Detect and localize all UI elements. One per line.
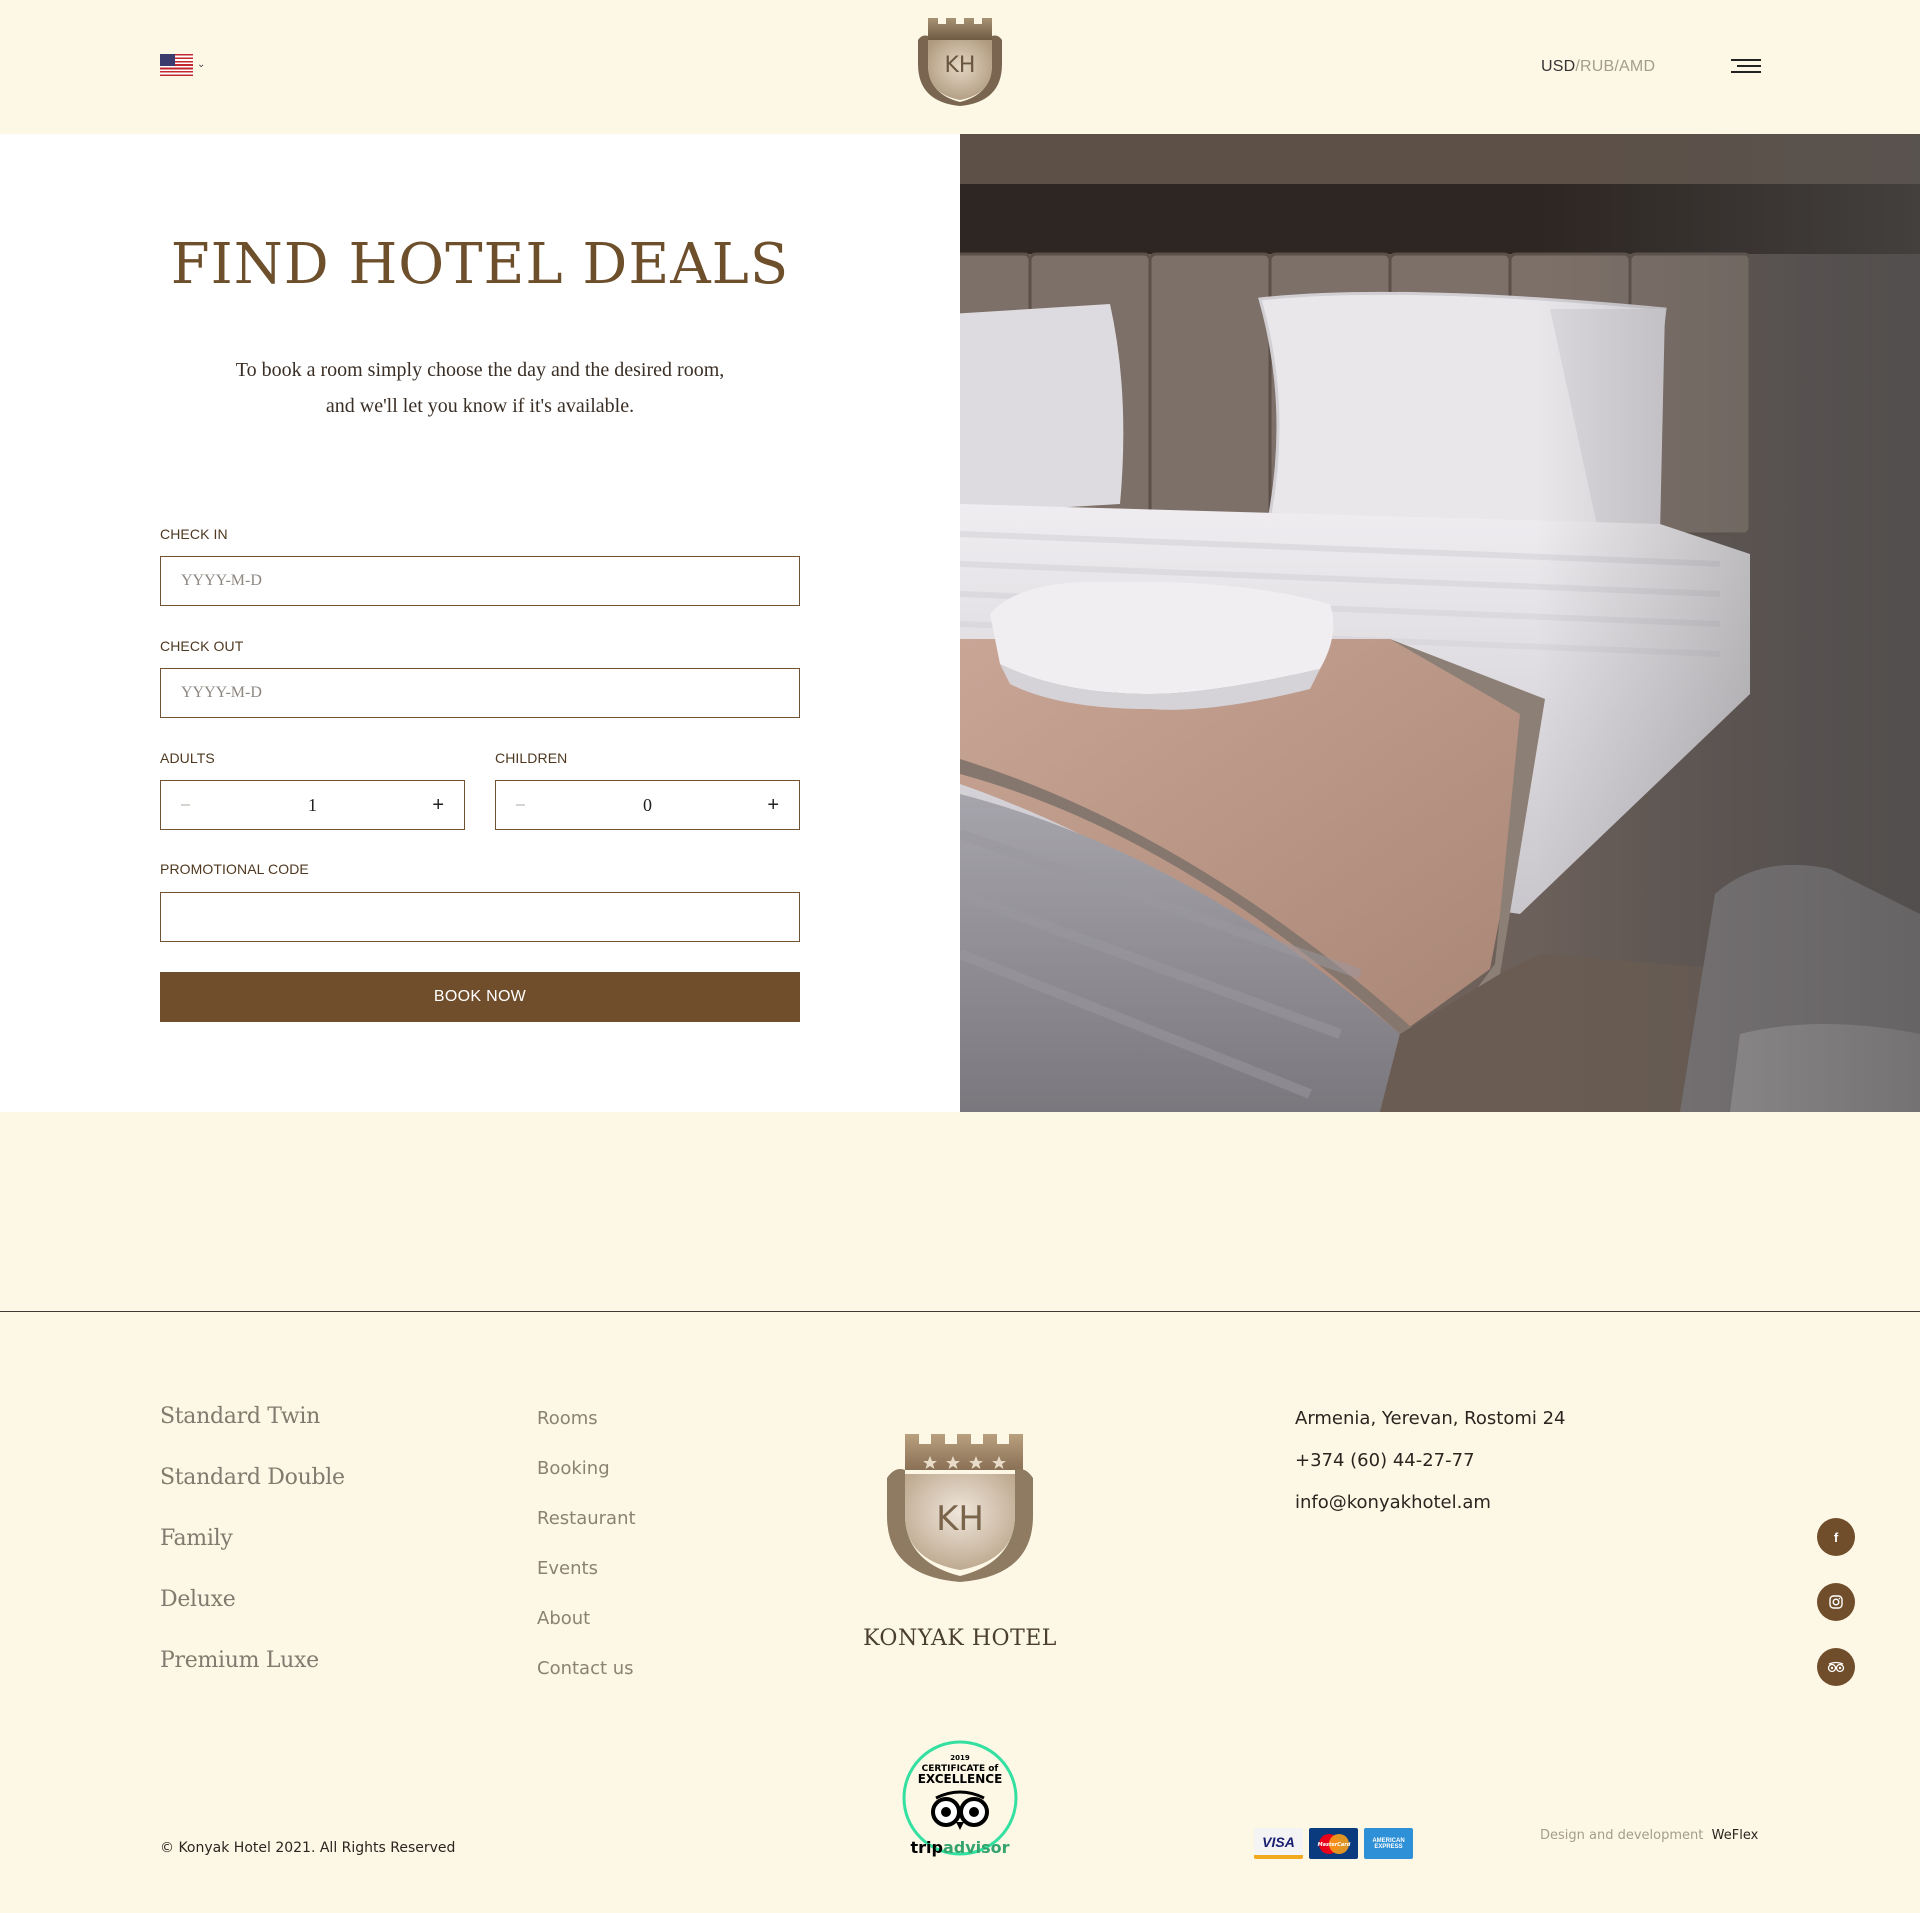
room-link-standard-twin[interactable]: Standard Twin xyxy=(160,1404,345,1465)
svg-text:KH: KH xyxy=(936,1499,984,1539)
adults-decrement-button[interactable]: – xyxy=(181,796,201,814)
payment-cards: VISA MasterCard AMERICAN EXPRESS xyxy=(1254,1828,1413,1859)
hotel-logo[interactable]: KH xyxy=(914,14,1006,108)
chevron-down-icon: ⌄ xyxy=(197,59,206,70)
adults-increment-button[interactable]: + xyxy=(424,794,444,817)
children-increment-button[interactable]: + xyxy=(759,794,779,817)
footer-nav-events[interactable]: Events xyxy=(537,1558,636,1608)
children-count: 0 xyxy=(643,794,652,815)
mastercard-icon: MasterCard xyxy=(1309,1828,1358,1859)
promo-code-label: PROMOTIONAL CODE xyxy=(160,861,309,877)
footer-nav-restaurant[interactable]: Restaurant xyxy=(537,1508,636,1558)
check-out-input[interactable] xyxy=(161,669,799,717)
footer-nav-rooms[interactable]: Rooms xyxy=(537,1408,636,1458)
currency-switcher[interactable]: USD/RUB/AMD xyxy=(1541,58,1655,76)
brand-name: KONYAK HOTEL xyxy=(863,1626,1057,1651)
room-link-premium-luxe[interactable]: Premium Luxe xyxy=(160,1648,345,1709)
us-flag-icon xyxy=(160,54,193,76)
adults-label: ADULTS xyxy=(160,750,215,766)
svg-text:2019: 2019 xyxy=(950,1754,970,1762)
svg-text:KH: KH xyxy=(945,53,976,78)
promo-code-input[interactable] xyxy=(161,893,799,941)
page-title: FIND HOTEL DEALS xyxy=(170,232,790,297)
copyright-text: © Konyak Hotel 2021. All Rights Reserved xyxy=(160,1840,456,1856)
contact-email[interactable]: info@konyakhotel.am xyxy=(1295,1492,1566,1534)
footer-nav-booking[interactable]: Booking xyxy=(537,1458,636,1508)
svg-text:EXCELLENCE: EXCELLENCE xyxy=(918,1772,1003,1786)
check-in-label: CHECK IN xyxy=(160,526,228,542)
adults-count: 1 xyxy=(308,794,317,815)
site-header: ⌄ KH USD/RUB/AMD xyxy=(0,0,1920,134)
check-out-label: CHECK OUT xyxy=(160,638,244,654)
promo-code-field[interactable] xyxy=(160,892,800,942)
check-out-field[interactable] xyxy=(160,668,800,718)
footer-rooms-list: Standard Twin Standard Double Family Del… xyxy=(160,1404,345,1709)
instagram-icon[interactable] xyxy=(1817,1583,1855,1621)
footer-hotel-logo: KH xyxy=(887,1434,1033,1582)
adults-stepper[interactable]: – 1 + xyxy=(160,780,465,830)
footer-nav: Rooms Booking Restaurant Events About Co… xyxy=(537,1408,636,1708)
room-link-standard-double[interactable]: Standard Double xyxy=(160,1465,345,1526)
credit-link-weflex[interactable]: WeFlex xyxy=(1712,1828,1759,1843)
facebook-icon[interactable]: f xyxy=(1817,1518,1855,1556)
amex-card-icon: AMERICAN EXPRESS xyxy=(1364,1828,1413,1859)
hamburger-menu-icon[interactable] xyxy=(1731,59,1761,73)
contact-phone[interactable]: +374 (60) 44-27-77 xyxy=(1295,1450,1566,1492)
tripadvisor-certificate-badge: 2019 CERTIFICATE of EXCELLENCE tripadvis… xyxy=(902,1740,1018,1857)
currency-usd[interactable]: USD xyxy=(1541,58,1575,75)
children-decrement-button[interactable]: – xyxy=(516,796,536,814)
booking-section: FIND HOTEL DEALS To book a room simply c… xyxy=(0,134,960,1112)
children-label: CHILDREN xyxy=(495,750,568,766)
contact-info: Armenia, Yerevan, Rostomi 24 +374 (60) 4… xyxy=(1295,1408,1566,1534)
svg-text:tripadvisor: tripadvisor xyxy=(910,1838,1009,1857)
svg-text:MasterCard: MasterCard xyxy=(1317,1842,1350,1848)
check-in-input[interactable] xyxy=(161,557,799,605)
room-link-family[interactable]: Family xyxy=(160,1526,345,1587)
booking-subtitle: To book a room simply choose the day and… xyxy=(235,359,725,417)
developer-credit: Design and development WeFlex xyxy=(1540,1828,1758,1843)
check-in-field[interactable] xyxy=(160,556,800,606)
currency-others[interactable]: /RUB/AMD xyxy=(1575,58,1655,75)
children-stepper[interactable]: – 0 + xyxy=(495,780,800,830)
room-link-deluxe[interactable]: Deluxe xyxy=(160,1587,345,1648)
hotel-room-photo xyxy=(960,134,1920,1112)
language-selector[interactable]: ⌄ xyxy=(160,54,205,76)
credit-prefix: Design and development xyxy=(1540,1828,1704,1843)
footer-nav-contact[interactable]: Contact us xyxy=(537,1658,636,1708)
book-now-button[interactable]: BOOK NOW xyxy=(160,972,800,1022)
contact-address: Armenia, Yerevan, Rostomi 24 xyxy=(1295,1408,1566,1429)
footer-divider xyxy=(0,1311,1920,1312)
footer-nav-about[interactable]: About xyxy=(537,1608,636,1658)
visa-card-icon: VISA xyxy=(1254,1828,1303,1859)
tripadvisor-icon[interactable] xyxy=(1817,1648,1855,1686)
